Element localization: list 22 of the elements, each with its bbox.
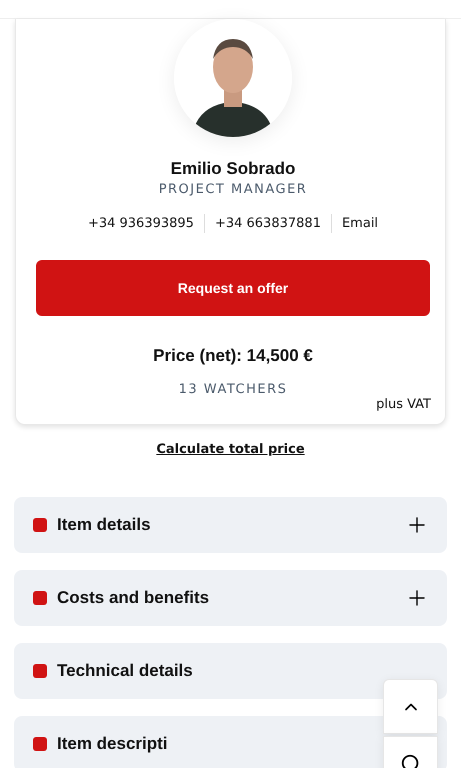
search-icon [400,752,422,768]
price-text: Price (net): 14,500 € [153,346,313,366]
contact-role: PROJECT MANAGER [158,182,308,197]
accordion-header[interactable]: Item details [14,497,447,553]
watchers-count: 13 WATCHERS [178,382,288,397]
request-offer-button[interactable]: Request an offer [36,260,430,316]
phone-link[interactable]: +34 936393895 [78,214,204,233]
calculate-price-link[interactable]: Calculate total price [156,442,305,457]
section-title: Item descripti [57,734,169,754]
section-title: Costs and benefits [57,588,210,608]
contact-name: Emilio Sobrado [170,159,296,179]
square-icon [33,664,47,678]
phone-link[interactable]: +34 663837881 [204,214,331,233]
accordion-header[interactable]: Technical details [14,643,447,699]
square-icon [33,591,47,605]
square-icon [33,737,47,751]
email-link[interactable]: Email [330,214,388,233]
section-title: Technical details [57,661,194,681]
accordion-header[interactable]: Costs and benefits [14,570,447,626]
square-icon [33,518,47,532]
vat-note: plus VAT [376,397,431,412]
section-title: Item details [57,515,152,535]
